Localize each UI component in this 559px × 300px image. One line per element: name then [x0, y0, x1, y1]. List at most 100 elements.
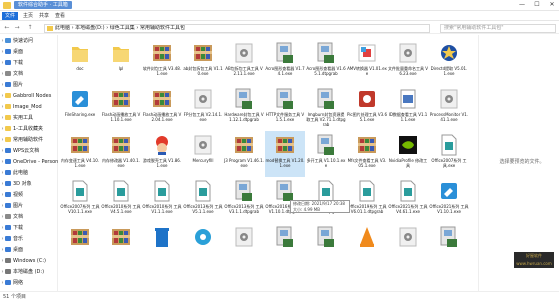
- setup-file-icon: [193, 87, 213, 111]
- sidebar-item[interactable]: › WPS云文档: [0, 147, 58, 156]
- ribbon-tabs: 文件 主页 共享 查看: [0, 11, 559, 21]
- tab-view[interactable]: 查看: [52, 12, 68, 20]
- file-item[interactable]: Mercuryfill: [183, 131, 223, 177]
- document-icon: [5, 71, 11, 76]
- file-name: Office2007系列 工具.exe: [431, 158, 467, 168]
- file-item[interactable]: FP分包工具 V2.14.1.exe: [183, 85, 223, 131]
- file-item[interactable]: [60, 223, 100, 269]
- sidebar-item[interactable]: › 视频: [0, 191, 58, 200]
- file-item[interactable]: [142, 223, 182, 269]
- sidebar-item[interactable]: › 3D 对象: [0, 180, 58, 189]
- sidebar-item[interactable]: › 桌面: [0, 48, 58, 57]
- file-name: ProcessMonitor V1.41.1.exe: [429, 112, 469, 122]
- minimize-button[interactable]: —: [515, 0, 529, 10]
- sidebar-item[interactable]: › 1-工具收藏夹: [0, 125, 58, 134]
- forward-button[interactable]: →: [13, 24, 21, 32]
- file-item[interactable]: Office2021系列 工具 V1.10.1.exe: [429, 177, 469, 223]
- file-item[interactable]: Hardware封包工具 V1.12.1.dtpgrab: [224, 85, 264, 131]
- sidebar-item-label: 下载: [13, 225, 24, 231]
- sidebar-item[interactable]: › 常用辅助软件: [0, 136, 58, 145]
- sidebar-item-label: 图片: [13, 203, 24, 209]
- sidebar-item[interactable]: › Windows (C:): [0, 257, 58, 266]
- file-item[interactable]: AB包拆包工具工具 V2.11.1.exe: [224, 39, 264, 85]
- file-name: Office2010系列 工具 V1.1.1.exe: [142, 204, 182, 214]
- sidebar-item[interactable]: › 音乐: [0, 235, 58, 244]
- file-item[interactable]: Office2010系列 工具 V4.5.1.exe: [101, 177, 141, 223]
- file-item[interactable]: ProcessMonitor V1.41.1.exe: [429, 85, 469, 131]
- installer-file-icon: [316, 133, 336, 157]
- sidebar-item[interactable]: › 此电脑: [0, 169, 58, 178]
- file-item[interactable]: [306, 223, 346, 269]
- file-item[interactable]: 内存修改器 V1.40.1.exe: [101, 131, 141, 177]
- sidebar-item[interactable]: › 桌面: [0, 246, 58, 255]
- sidebar-item[interactable]: › 网络: [0, 279, 58, 288]
- back-button[interactable]: ←: [3, 24, 11, 32]
- file-item[interactable]: Office2007系列 工具 V10.1.1.exe: [60, 177, 100, 223]
- sidebar-item[interactable]: › 下载: [0, 224, 58, 233]
- file-item[interactable]: 软件封包工具 V3.48.1.exe: [142, 39, 182, 85]
- sidebar-item[interactable]: › 图片: [0, 81, 58, 90]
- file-item[interactable]: [347, 223, 387, 269]
- file-item[interactable]: AMV转换器 V1.01.exe: [347, 39, 387, 85]
- file-item[interactable]: 多开工具 V1.10.1.exe: [306, 131, 346, 177]
- file-item[interactable]: Imgburn封包资源提取工具 V2.71.1.dtpgrab: [306, 85, 346, 131]
- file-item[interactable]: Office2021系列 工具 V4.61.1.exe: [388, 177, 428, 223]
- tab-file[interactable]: 文件: [2, 12, 19, 20]
- file-item[interactable]: [388, 223, 428, 269]
- mario-file-icon: [152, 133, 172, 157]
- file-item[interactable]: Office2013系列 工具 V3.1.1.dtpgrab: [224, 177, 264, 223]
- file-item[interactable]: lpl: [101, 39, 141, 85]
- file-item[interactable]: mod替换工具 V1.20.1.exe: [265, 131, 305, 177]
- sidebar-item[interactable]: › 本地磁盘 (D:): [0, 268, 58, 277]
- sidebar-item[interactable]: › 下载: [0, 59, 58, 68]
- file-item[interactable]: Flash动画播放工具 V2.04.1.exe: [142, 85, 182, 131]
- file-item[interactable]: [224, 223, 264, 269]
- maximize-button[interactable]: ☐: [530, 0, 544, 10]
- file-item[interactable]: [429, 223, 469, 269]
- file-item[interactable]: FileSharing.exe: [60, 85, 100, 131]
- sidebar-item[interactable]: › 文档: [0, 213, 58, 222]
- sidebar-item[interactable]: › Gabbroll Nodes: [0, 92, 58, 101]
- file-item[interactable]: Pic图片处理工具 V3.65.1.exe: [347, 85, 387, 131]
- tab-share[interactable]: 共享: [36, 12, 52, 20]
- close-button[interactable]: ✕: [545, 0, 559, 10]
- file-item[interactable]: Office2019系列 工具 V6.01.1.dtpgrab: [347, 177, 387, 223]
- file-tooltip: 修改日期: 2021/9/17 20:38 大小: 4.99 MB: [290, 200, 350, 213]
- file-item[interactable]: Directd提取 V5.01.1.exe: [429, 39, 469, 85]
- file-item[interactable]: HTTP文件服务工具 V1.5.1.exe: [265, 85, 305, 131]
- setup-file-icon: [193, 133, 213, 157]
- search-input[interactable]: 搜索"常用辅助软件工具包": [440, 24, 556, 33]
- file-item[interactable]: Mfs文件查看工具 V3.05.1.exe: [347, 131, 387, 177]
- folder-file-icon: [70, 41, 90, 65]
- file-item[interactable]: Office2007系列 工具.exe: [429, 131, 469, 177]
- sidebar-item[interactable]: › 实用工具: [0, 114, 58, 123]
- sidebar-item-label: 桌面: [13, 247, 24, 253]
- file-item[interactable]: Acro图形查看器 V1.74.1.exe: [265, 39, 305, 85]
- file-item[interactable]: Flash动画播放工具 V1.10.1.exe: [101, 85, 141, 131]
- file-item[interactable]: doc: [60, 39, 100, 85]
- file-item[interactable]: [265, 223, 305, 269]
- sidebar-item[interactable]: › 文档: [0, 70, 58, 79]
- file-item[interactable]: ab封包拆包工具 V1.10.exe: [183, 39, 223, 85]
- file-item[interactable]: [101, 223, 141, 269]
- sidebar-item[interactable]: › 快速访问: [0, 37, 58, 46]
- file-item[interactable]: ID数据查看工具 V1.11.1.exe: [388, 85, 428, 131]
- file-item[interactable]: 文件批量重命名工具 V6.23.exe: [388, 39, 428, 85]
- file-item[interactable]: J3 Program V1.46.1.exe: [224, 131, 264, 177]
- file-item[interactable]: [183, 223, 223, 269]
- file-item[interactable]: 游戏脱壳工具 V1.86.1.exe: [142, 131, 182, 177]
- file-item[interactable]: Office2010系列 工具 V1.1.1.exe: [142, 177, 182, 223]
- file-item[interactable]: Acro图形查看器 V1.65.1.dtpgrab: [306, 39, 346, 85]
- installer-file-icon: [234, 179, 254, 203]
- sidebar-item[interactable]: › 图片: [0, 202, 58, 211]
- file-name: Acro图形查看器 V1.74.1.exe: [265, 66, 305, 76]
- sidebar-item[interactable]: › OneDrive - Persona: [0, 158, 58, 167]
- file-item[interactable]: Office2013系列 工具 V5.1.1.exe: [183, 177, 223, 223]
- sidebar-item[interactable]: › Image_Mod: [0, 103, 58, 112]
- file-item[interactable]: 内存变速工具 V4.10.1.exe: [60, 131, 100, 177]
- up-button[interactable]: ↑: [26, 24, 34, 32]
- address-input[interactable]: 此电脑 › 本地磁盘(D:) › 绿色工具集 › 常用辅助软件工具包: [44, 24, 430, 33]
- file-item[interactable]: NvidiaProfile 修改工具: [388, 131, 428, 177]
- title-bar: 软件综合助手 · 工具箱 — ☐ ✕: [0, 0, 559, 11]
- tab-home[interactable]: 主页: [20, 12, 36, 20]
